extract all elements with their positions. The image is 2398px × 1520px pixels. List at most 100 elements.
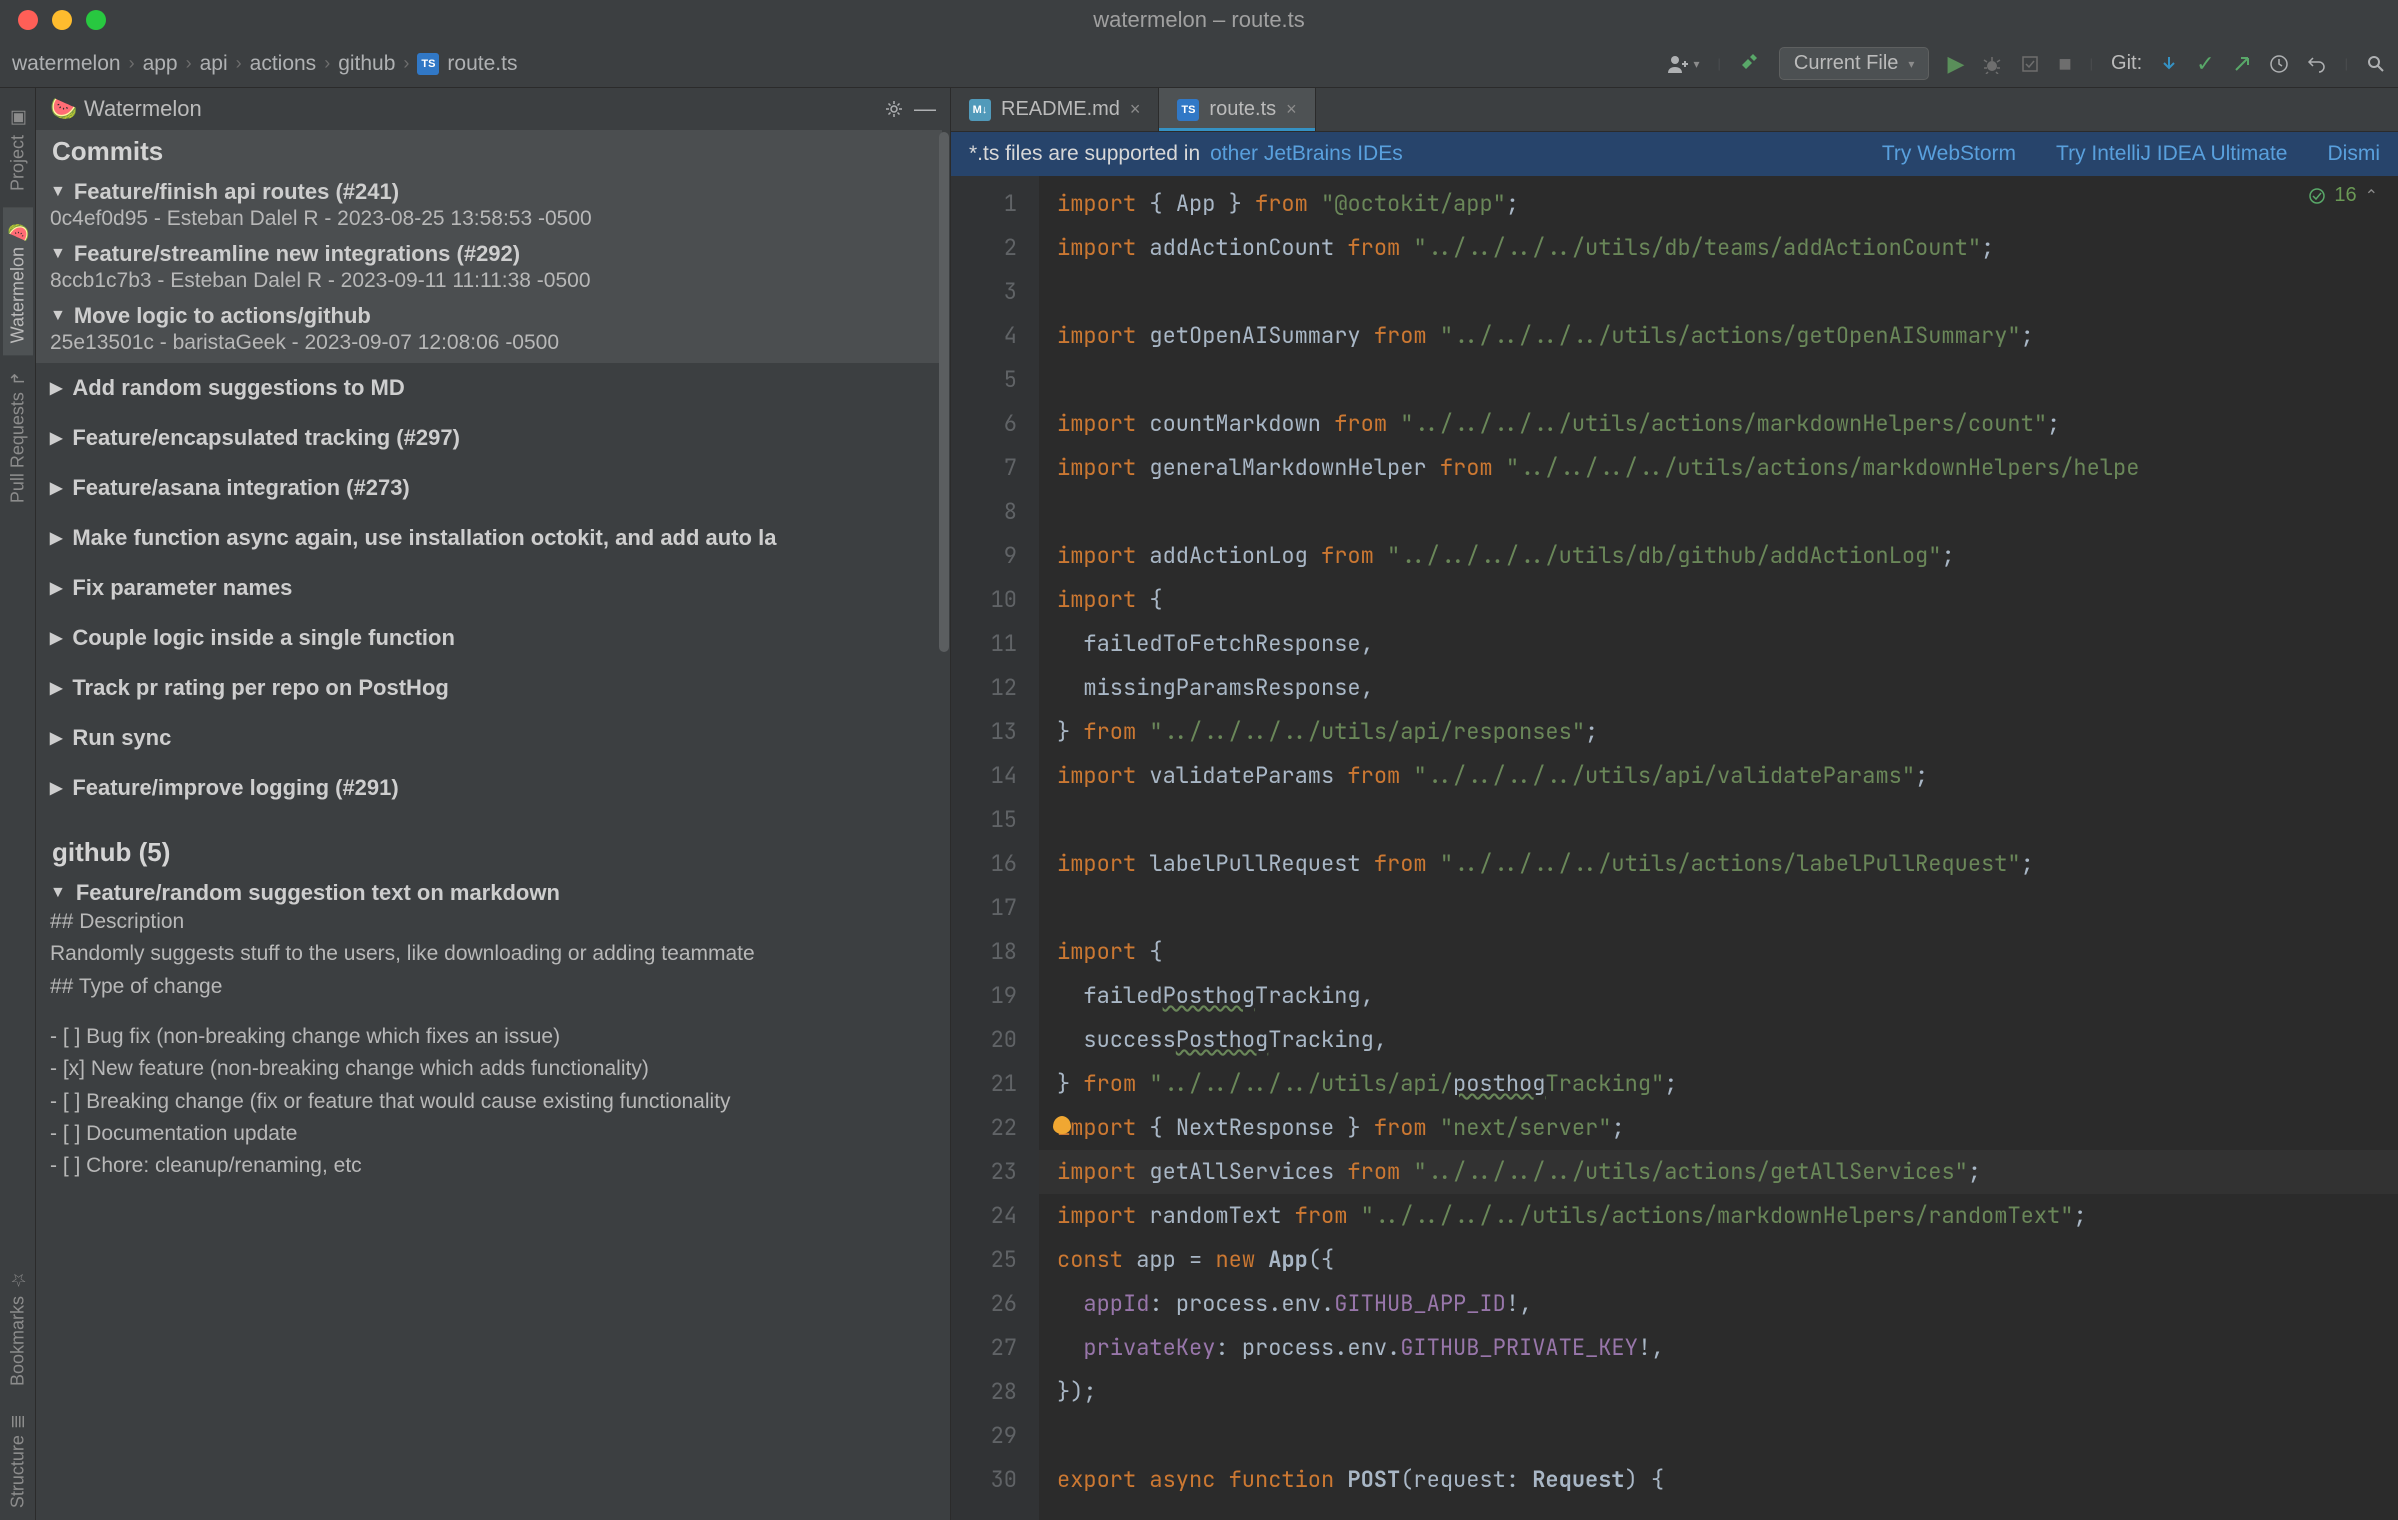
chevron-right-icon: › [129,53,135,74]
minimize-window-icon[interactable] [52,10,72,30]
commit-collapsed[interactable]: ▶Add random suggestions to MD [36,363,942,413]
search-everywhere-icon[interactable] [2366,54,2386,74]
rail-bookmarks[interactable]: Bookmarks☆ [3,1257,33,1398]
breadcrumb-item[interactable]: route.ts [447,52,517,76]
chevron-right-icon: › [236,53,242,74]
commit-collapsed[interactable]: ▶Track pr rating per repo on PostHog [36,663,942,713]
watermelon-icon: 🍉 [7,219,29,241]
debug-bug-icon[interactable] [1982,54,2002,74]
stop-icon[interactable]: ■ [2058,51,2071,77]
problems-indicator[interactable]: 16 ⌃ [2308,184,2378,207]
chevron-right-icon: ▶ [50,578,62,598]
main-layout: Project▣ Watermelon🍉 Pull Requests↱ Book… [0,88,2398,1520]
close-window-icon[interactable] [18,10,38,30]
traffic-lights [0,10,106,30]
pull-request-icon: ↱ [7,371,29,386]
chevron-right-icon: ▶ [50,678,62,698]
close-tab-icon[interactable]: × [1286,99,1297,120]
commit-expanded[interactable]: ▼Feature/finish api routes (#241) 0c4ef0… [36,177,942,239]
commit-expanded[interactable]: ▼Feature/streamline new integrations (#2… [36,239,942,301]
git-label: Git: [2111,52,2142,75]
check-circle-icon [2308,187,2326,205]
chevron-right-icon: ▶ [50,778,62,798]
panel-title: Watermelon [84,96,874,122]
chevron-right-icon: ▶ [50,378,62,398]
scrollbar-thumb[interactable] [939,132,949,652]
hammer-build-icon[interactable] [1739,53,1761,75]
bookmark-icon: ☆ [7,1269,29,1290]
code-content[interactable]: import { App } from "@octokit/app";impor… [1039,176,2398,1520]
panel-header: 🍉 Watermelon — [36,88,950,130]
commit-collapsed[interactable]: ▶Couple logic inside a single function [36,613,942,663]
user-add-icon[interactable]: ▾ [1666,53,1700,75]
tab-readme[interactable]: M↓ README.md × [951,88,1159,131]
chevron-right-icon: ▶ [50,478,62,498]
gear-icon[interactable] [884,99,904,119]
commit-collapsed[interactable]: ▶Make function async again, use installa… [36,513,942,563]
line-gutter: 1234567891011121314151617181920212223242… [951,176,1039,1520]
chevron-down-icon: ▼ [50,307,66,325]
md-file-icon: M↓ [969,99,991,121]
chevron-right-icon: › [403,53,409,74]
chevron-right-icon: ▶ [50,628,62,648]
chevron-right-icon: ▶ [50,528,62,548]
breadcrumb: watermelon › app › api › actions › githu… [12,52,1666,76]
intention-bulb-icon[interactable] [1053,1116,1071,1134]
left-tool-rail: Project▣ Watermelon🍉 Pull Requests↱ Book… [0,88,36,1520]
maximize-window-icon[interactable] [86,10,106,30]
panel-content[interactable]: Commits ▼Feature/finish api routes (#241… [36,130,950,1520]
dismiss-banner-link[interactable]: Dismi [2328,142,2381,166]
caret-up-icon: ⌃ [2365,186,2378,206]
git-history-icon[interactable] [2269,54,2289,74]
commit-collapsed[interactable]: ▶Feature/improve logging (#291) [36,763,942,813]
rail-pull-requests[interactable]: Pull Requests↱ [3,359,33,515]
run-play-icon[interactable]: ▶ [1947,51,1964,77]
run-config-dropdown[interactable]: Current File ▾ [1779,47,1930,80]
git-rollback-icon[interactable] [2307,54,2327,74]
folder-icon: ▣ [7,108,29,129]
commit-collapsed[interactable]: ▶Fix parameter names [36,563,942,613]
git-commit-icon[interactable]: ✓ [2196,51,2214,77]
main-toolbar: watermelon › app › api › actions › githu… [0,40,2398,88]
try-webstorm-link[interactable]: Try WebStorm [1882,142,2016,166]
structure-icon: ≣ [7,1414,29,1429]
chevron-down-icon: ▼ [50,884,66,902]
git-update-icon[interactable] [2160,55,2178,73]
breadcrumb-item[interactable]: actions [250,52,317,76]
code-editor[interactable]: 1234567891011121314151617181920212223242… [951,176,2398,1520]
commit-meta: 8ccb1c7b3 - Esteban Dalel R - 2023-09-11… [50,267,928,299]
ts-support-banner: *.ts files are supported in other JetBra… [951,132,2398,176]
tab-label: README.md [1001,98,1120,121]
commit-meta: 0c4ef0d95 - Esteban Dalel R - 2023-08-25… [50,205,928,237]
breadcrumb-item[interactable]: github [338,52,395,76]
commit-collapsed[interactable]: ▶Feature/encapsulated tracking (#297) [36,413,942,463]
panel-scrollbar[interactable] [938,132,950,1520]
banner-link[interactable]: other JetBrains IDEs [1210,142,1403,166]
breadcrumb-item[interactable]: watermelon [12,52,121,76]
chevron-right-icon: ▶ [50,428,62,448]
window-title: watermelon – route.ts [1093,7,1305,33]
rail-structure[interactable]: Structure≣ [3,1402,33,1520]
tab-route[interactable]: TS route.ts × [1159,88,1315,131]
git-push-icon[interactable] [2233,55,2251,73]
close-tab-icon[interactable]: × [1130,99,1141,120]
banner-text: *.ts files are supported in [969,142,1200,166]
breadcrumb-item[interactable]: api [200,52,228,76]
ts-file-icon: TS [417,53,439,75]
chevron-down-icon: ▼ [50,245,66,263]
chevron-right-icon: › [186,53,192,74]
commit-expanded[interactable]: ▼Move logic to actions/github 25e13501c … [36,301,942,363]
tab-label: route.ts [1209,98,1276,121]
coverage-icon[interactable] [2020,54,2040,74]
commit-collapsed[interactable]: ▶Run sync [36,713,942,763]
minimize-panel-icon[interactable]: — [914,96,936,122]
rail-watermelon[interactable]: Watermelon🍉 [3,207,33,355]
breadcrumb-item[interactable]: app [143,52,178,76]
github-item[interactable]: ▼Feature/random suggestion text on markd… [36,878,942,1185]
editor-area: M↓ README.md × TS route.ts × *.ts files … [951,88,2398,1520]
commit-meta: 25e13501c - baristaGeek - 2023-09-07 12:… [50,329,928,361]
try-intellij-link[interactable]: Try IntelliJ IDEA Ultimate [2056,142,2287,166]
commit-collapsed[interactable]: ▶Feature/asana integration (#273) [36,463,942,513]
rail-project[interactable]: Project▣ [3,96,33,203]
run-config-label: Current File [1794,52,1898,75]
